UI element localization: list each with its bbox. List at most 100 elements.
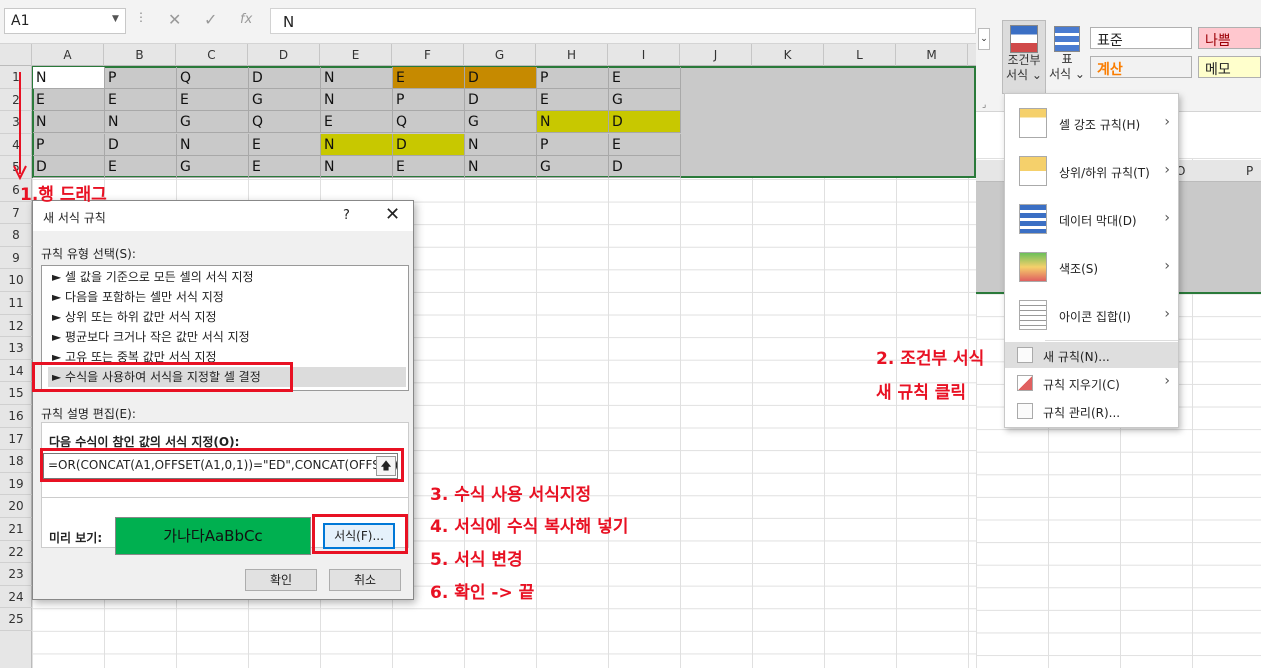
table-cell[interactable]: E [393, 155, 465, 178]
table-cell[interactable]: P [33, 133, 105, 156]
column-header[interactable]: D [248, 44, 320, 66]
column-header[interactable]: F [392, 44, 464, 66]
table-cell[interactable]: N [321, 155, 393, 178]
menu-item-data-bars[interactable]: 데이터 막대(D) › [1005, 196, 1178, 242]
table-cell[interactable]: D [609, 155, 681, 178]
row-header[interactable]: 15 [0, 382, 32, 405]
menu-item-top-bottom-rules[interactable]: 상위/하위 규칙(T) › [1005, 148, 1178, 194]
column-header[interactable]: A [32, 44, 104, 66]
rule-type-item[interactable]: ► 상위 또는 하위 값만 서식 지정 [48, 307, 406, 327]
formula-input[interactable]: N [270, 8, 976, 34]
column-header[interactable]: J [680, 44, 752, 66]
row-header[interactable]: 17 [0, 428, 32, 451]
table-cell[interactable]: E [177, 89, 249, 112]
column-header[interactable]: K [752, 44, 824, 66]
name-box[interactable]: A1 [4, 8, 126, 34]
row-header[interactable]: 25 [0, 608, 32, 631]
table-cell[interactable]: D [609, 111, 681, 134]
row-header[interactable]: 13 [0, 337, 32, 360]
row-header[interactable]: 23 [0, 563, 32, 586]
close-icon[interactable]: ✕ [385, 204, 400, 225]
rule-type-item[interactable]: ► 셀 값을 기준으로 모든 셀의 서식 지정 [48, 267, 406, 287]
row-header[interactable]: 11 [0, 292, 32, 315]
table-cell[interactable]: G [609, 89, 681, 112]
table-cell[interactable]: E [609, 133, 681, 156]
menu-item-color-scales[interactable]: 색조(S) › [1005, 244, 1178, 290]
table-cell[interactable]: P [537, 67, 609, 89]
column-header[interactable]: H [536, 44, 608, 66]
row-header[interactable]: 9 [0, 247, 32, 270]
function-icon[interactable]: fx [240, 12, 252, 27]
menu-item-highlight-rules[interactable]: 셀 강조 규칙(H) › [1005, 100, 1178, 146]
row-header[interactable]: 16 [0, 405, 32, 428]
menu-item-icon-sets[interactable]: 아이콘 집합(I) › [1005, 292, 1178, 338]
table-cell[interactable]: N [321, 133, 393, 156]
table-cell[interactable]: N [321, 67, 393, 89]
column-header[interactable]: M [896, 44, 968, 66]
table-cell[interactable]: Q [393, 111, 465, 134]
select-all-corner[interactable] [0, 44, 32, 66]
table-cell[interactable]: N [465, 133, 537, 156]
table-cell[interactable]: P [393, 89, 465, 112]
table-cell[interactable]: Q [249, 111, 321, 134]
rule-type-item[interactable]: ► 평균보다 크거나 작은 값만 서식 지정 [48, 327, 406, 347]
table-cell[interactable]: N [33, 67, 105, 89]
table-cell[interactable]: N [321, 89, 393, 112]
row-header[interactable]: 20 [0, 495, 32, 518]
format-as-table-button[interactable]: 표 서식 ⌄ [1048, 22, 1086, 92]
table-cell[interactable]: G [249, 89, 321, 112]
expand-icon[interactable]: ⌟ [982, 100, 986, 110]
table-cell[interactable]: Q [177, 67, 249, 89]
style-bad[interactable]: 나쁨 [1198, 27, 1261, 49]
style-memo[interactable]: 메모 [1198, 56, 1261, 78]
table-cell[interactable]: G [177, 155, 249, 178]
table-cell[interactable]: G [537, 155, 609, 178]
column-header[interactable]: C [176, 44, 248, 66]
cancel-icon[interactable]: ✕ [168, 10, 181, 29]
row-header[interactable]: 19 [0, 473, 32, 496]
style-normal[interactable]: 표준 [1090, 27, 1192, 49]
style-calc[interactable]: 계산 [1090, 56, 1192, 78]
table-cell[interactable]: D [465, 67, 537, 89]
ok-button[interactable]: 확인 [245, 569, 317, 591]
table-cell[interactable]: D [249, 67, 321, 89]
cancel-button[interactable]: 취소 [329, 569, 401, 591]
row-header[interactable]: 14 [0, 360, 32, 383]
table-cell[interactable]: D [393, 133, 465, 156]
table-cell[interactable]: E [249, 155, 321, 178]
row-header[interactable]: 21 [0, 518, 32, 541]
menu-item-clear-rules[interactable]: 규칙 지우기(C) › [1005, 370, 1178, 396]
row-header[interactable]: 10 [0, 269, 32, 292]
table-cell[interactable]: N [33, 111, 105, 134]
table-cell[interactable]: E [321, 111, 393, 134]
table-cell[interactable]: D [105, 133, 177, 156]
help-icon[interactable]: ? [343, 208, 350, 223]
table-cell[interactable]: E [105, 89, 177, 112]
menu-item-new-rule[interactable]: 새 규칙(N)... [1005, 342, 1178, 368]
table-cell[interactable]: E [105, 155, 177, 178]
column-header[interactable]: E [320, 44, 392, 66]
enter-icon[interactable]: ✓ [204, 10, 217, 29]
table-cell[interactable]: G [177, 111, 249, 134]
dropdown-icon[interactable]: ⌄ [978, 28, 990, 50]
table-cell[interactable]: N [177, 133, 249, 156]
menu-item-manage-rules[interactable]: 규칙 관리(R)... [1005, 398, 1178, 424]
table-cell[interactable]: N [537, 111, 609, 134]
conditional-format-button[interactable]: 조건부 서식 ⌄ [1002, 20, 1046, 94]
table-cell[interactable]: N [465, 155, 537, 178]
table-cell[interactable]: E [249, 133, 321, 156]
row-header[interactable]: 24 [0, 586, 32, 609]
table-cell[interactable]: D [465, 89, 537, 112]
table-cell[interactable]: P [537, 133, 609, 156]
table-cell[interactable]: P [105, 67, 177, 89]
table-cell[interactable]: N [105, 111, 177, 134]
row-header[interactable]: 18 [0, 450, 32, 473]
row-header[interactable]: 22 [0, 541, 32, 564]
row-header[interactable]: 8 [0, 224, 32, 247]
rule-type-item[interactable]: ► 다음을 포함하는 셀만 서식 지정 [48, 287, 406, 307]
table-cell[interactable]: D [33, 155, 105, 178]
table-cell[interactable]: E [537, 89, 609, 112]
column-header[interactable]: L [824, 44, 896, 66]
column-header[interactable]: I [608, 44, 680, 66]
table-cell[interactable]: G [465, 111, 537, 134]
